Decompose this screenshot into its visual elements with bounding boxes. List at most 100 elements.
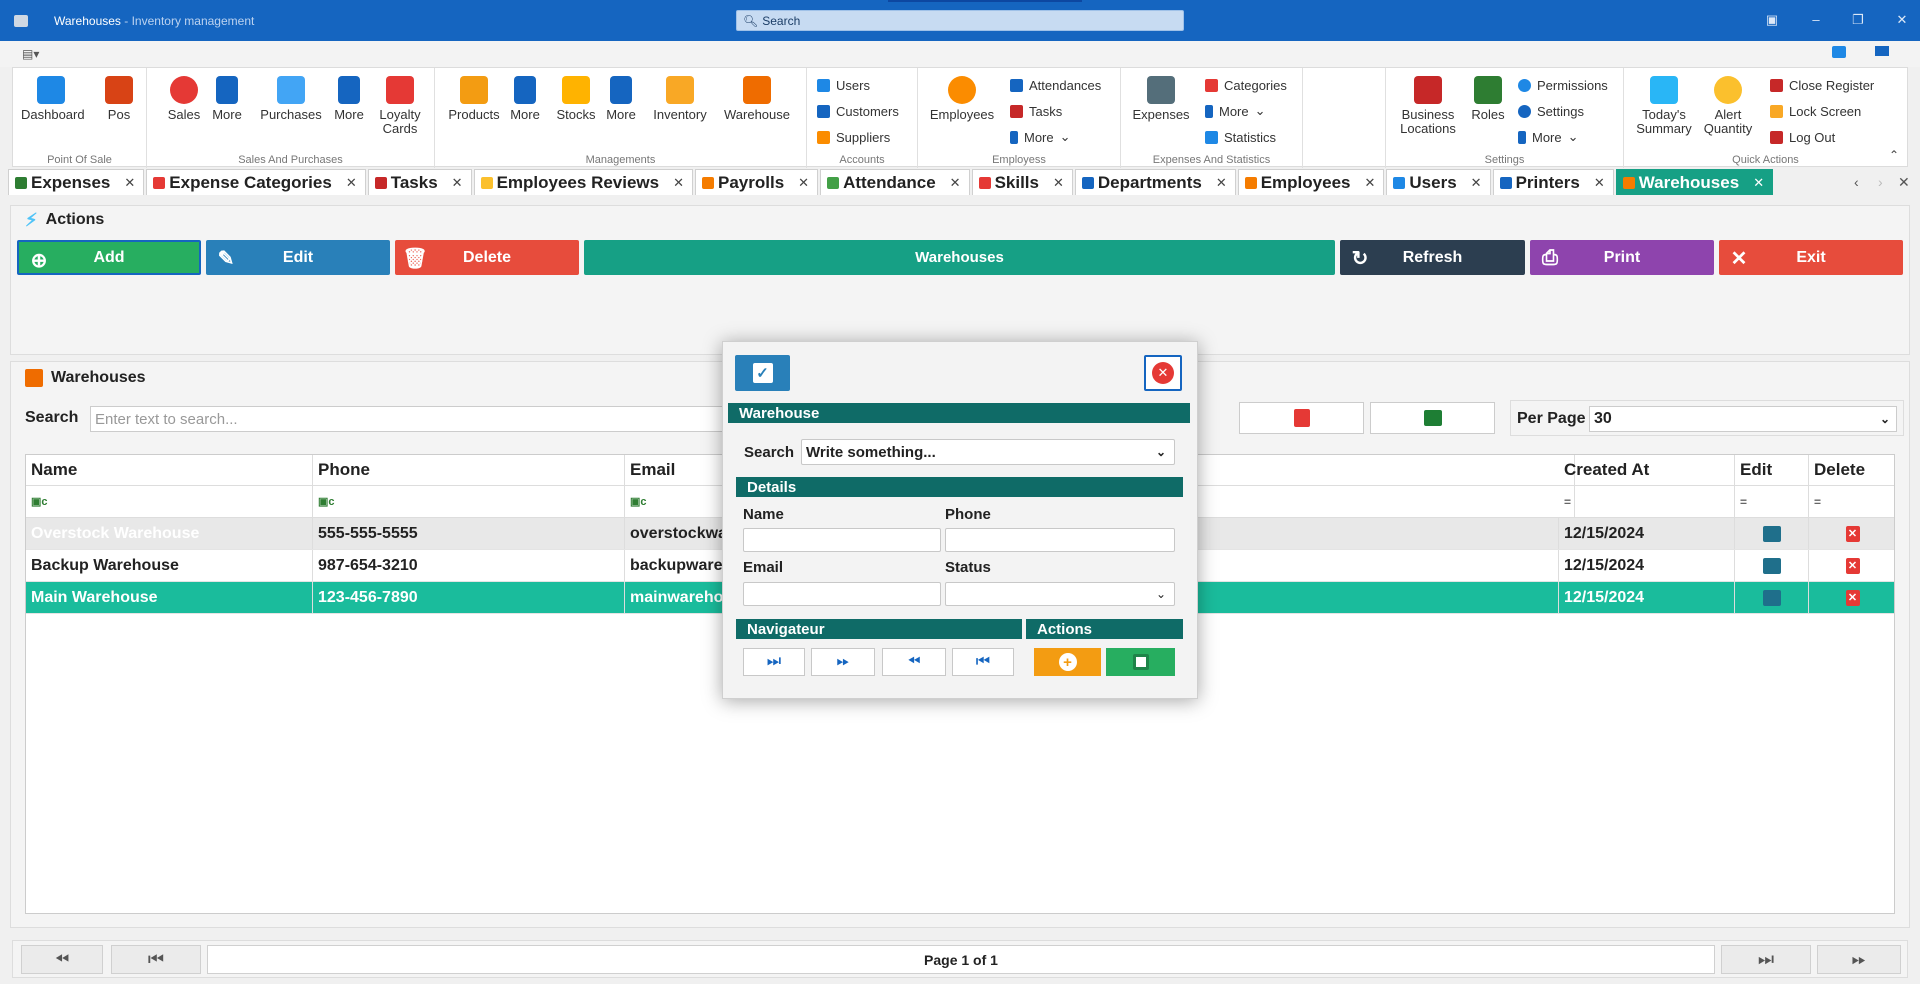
tab-skills[interactable]: Skills ✕	[971, 169, 1073, 195]
phone-field[interactable]	[945, 528, 1175, 552]
products-button[interactable]: Products	[445, 76, 503, 122]
purchases-button[interactable]: Purchases	[257, 76, 325, 122]
settings-button[interactable]: Settings	[1518, 102, 1584, 120]
tabs-close-all-icon[interactable]: ✕	[1898, 174, 1910, 191]
sales-more-button[interactable]: More	[209, 76, 245, 122]
business-locations-button[interactable]: Business Locations	[1394, 76, 1462, 136]
next-page-button[interactable]: ⏭︎	[1721, 945, 1811, 974]
dialog-add-button[interactable]: +	[1034, 648, 1101, 676]
status-select[interactable]: ⌄	[945, 582, 1175, 606]
nav-first-button[interactable]: ⏮︎	[952, 648, 1014, 676]
tab-close-icon[interactable]: ✕	[1471, 175, 1482, 191]
roles-button[interactable]: Roles	[1468, 76, 1508, 122]
exit-button[interactable]: ✕ Exit	[1719, 240, 1903, 275]
tasks-button[interactable]: Tasks	[1010, 102, 1062, 120]
permissions-button[interactable]: Permissions	[1518, 76, 1608, 94]
dialog-save-button[interactable]	[1106, 648, 1175, 676]
customers-button[interactable]: Customers	[817, 102, 899, 120]
tab-expense-categories[interactable]: Expense Categories ✕	[146, 169, 366, 195]
stocks-more-button[interactable]: More	[603, 76, 639, 122]
sales-button[interactable]: Sales	[167, 76, 201, 122]
tab-close-icon[interactable]: ✕	[124, 175, 135, 191]
settings-more-button[interactable]: More ⌄	[1518, 128, 1579, 146]
row-edit-button[interactable]	[1735, 550, 1809, 581]
tab-employees[interactable]: Employees ✕	[1237, 169, 1385, 195]
list-search-input[interactable]: Enter text to search...	[90, 406, 730, 432]
tabs-scroll-right-icon[interactable]: ›	[1878, 174, 1883, 190]
tab-attendance[interactable]: Attendance ✕	[820, 169, 970, 195]
delete-button[interactable]: 🗑︎ Delete	[395, 240, 579, 275]
layout-icon[interactable]	[1832, 46, 1846, 58]
stocks-button[interactable]: Stocks	[553, 76, 599, 122]
first-page-button[interactable]: ⏪︎	[21, 945, 103, 974]
column-header-name[interactable]: Name	[26, 455, 313, 485]
categories-button[interactable]: Categories	[1205, 76, 1287, 94]
restore-layout-icon[interactable]: ▣	[1764, 12, 1780, 28]
expenses-more-button[interactable]: More ⌄	[1205, 102, 1266, 120]
tab-close-icon[interactable]: ✕	[1753, 175, 1764, 191]
tab-close-icon[interactable]: ✕	[1216, 175, 1227, 191]
column-header-phone[interactable]: Phone	[313, 455, 625, 485]
suppliers-button[interactable]: Suppliers	[817, 128, 890, 146]
expenses-button[interactable]: Expenses	[1129, 76, 1193, 122]
export-excel-button[interactable]	[1370, 402, 1495, 434]
filter-edit[interactable]: =	[1735, 486, 1809, 517]
theme-icon[interactable]	[1875, 46, 1889, 56]
quick-access-icon[interactable]: ▤▾	[22, 47, 39, 61]
tab-departments[interactable]: Departments ✕	[1074, 169, 1236, 195]
attendances-button[interactable]: Attendances	[1010, 76, 1101, 94]
dialog-search-select[interactable]: Write something... ⌄	[801, 439, 1175, 465]
maximize-icon[interactable]: ❐	[1850, 12, 1866, 28]
edit-button[interactable]: ✎ Edit	[206, 240, 390, 275]
row-delete-button[interactable]: ✕	[1809, 550, 1896, 581]
name-field[interactable]	[743, 528, 941, 552]
purchases-more-button[interactable]: More	[331, 76, 367, 122]
todays-summary-button[interactable]: Today's Summary	[1632, 76, 1696, 136]
dialog-close-button[interactable]: ✕	[1144, 355, 1182, 391]
refresh-button[interactable]: ↻ Refresh	[1340, 240, 1525, 275]
tab-payrolls[interactable]: Payrolls ✕	[695, 169, 819, 195]
lock-screen-button[interactable]: Lock Screen	[1770, 102, 1861, 120]
alert-quantity-button[interactable]: Alert Quantity	[1700, 76, 1756, 136]
tab-close-icon[interactable]: ✕	[1053, 175, 1064, 191]
pos-button[interactable]: Pos	[101, 76, 137, 122]
tab-close-icon[interactable]: ✕	[798, 175, 809, 191]
tab-printers[interactable]: Printers ✕	[1492, 169, 1614, 195]
per-page-select[interactable]: 30 ⌄	[1589, 406, 1897, 432]
row-edit-button[interactable]	[1735, 518, 1809, 549]
tab-close-icon[interactable]: ✕	[673, 175, 684, 191]
tab-warehouses[interactable]: Warehouses ✕	[1615, 169, 1774, 195]
tab-employees-reviews[interactable]: Employees Reviews ✕	[473, 169, 694, 195]
row-delete-button[interactable]: ✕	[1809, 518, 1896, 549]
close-register-button[interactable]: Close Register	[1770, 76, 1874, 94]
filter-name[interactable]: ▣c	[26, 486, 313, 517]
tabs-scroll-left-icon[interactable]: ‹	[1854, 174, 1859, 190]
close-window-icon[interactable]: ✕	[1894, 12, 1910, 28]
filter-phone[interactable]: ▣c	[313, 486, 625, 517]
last-page-button[interactable]: ⏩︎	[1817, 945, 1901, 974]
confirm-button[interactable]: ✓	[735, 355, 790, 391]
employees-more-button[interactable]: More ⌄	[1010, 128, 1071, 146]
global-search-input[interactable]: 🔍︎ Search	[736, 10, 1184, 31]
employees-button[interactable]: Employees	[926, 76, 998, 122]
tab-tasks[interactable]: Tasks ✕	[367, 169, 472, 195]
row-delete-button[interactable]: ✕	[1809, 582, 1896, 613]
tab-close-icon[interactable]: ✕	[950, 175, 961, 191]
email-field[interactable]	[743, 582, 941, 606]
tab-close-icon[interactable]: ✕	[452, 175, 463, 191]
inventory-button[interactable]: Inventory	[649, 76, 711, 122]
previous-page-button[interactable]: ⏮︎	[111, 945, 201, 974]
products-more-button[interactable]: More	[507, 76, 543, 122]
minimize-icon[interactable]: –	[1808, 12, 1824, 28]
tab-users[interactable]: Users ✕	[1386, 169, 1491, 195]
row-edit-button[interactable]	[1735, 582, 1809, 613]
loyalty-cards-button[interactable]: Loyalty Cards	[375, 76, 425, 136]
nav-last-button[interactable]: ⏭︎	[743, 648, 805, 676]
filter-delete[interactable]: =	[1809, 486, 1896, 517]
warehouse-button[interactable]: Warehouse	[721, 76, 793, 122]
tab-close-icon[interactable]: ✕	[346, 175, 357, 191]
tab-close-icon[interactable]: ✕	[1364, 175, 1375, 191]
nav-next-button[interactable]: ⏩︎	[811, 648, 875, 676]
filter-created-at[interactable]: =	[1559, 486, 1735, 517]
tab-expenses[interactable]: Expenses ✕	[8, 169, 145, 195]
